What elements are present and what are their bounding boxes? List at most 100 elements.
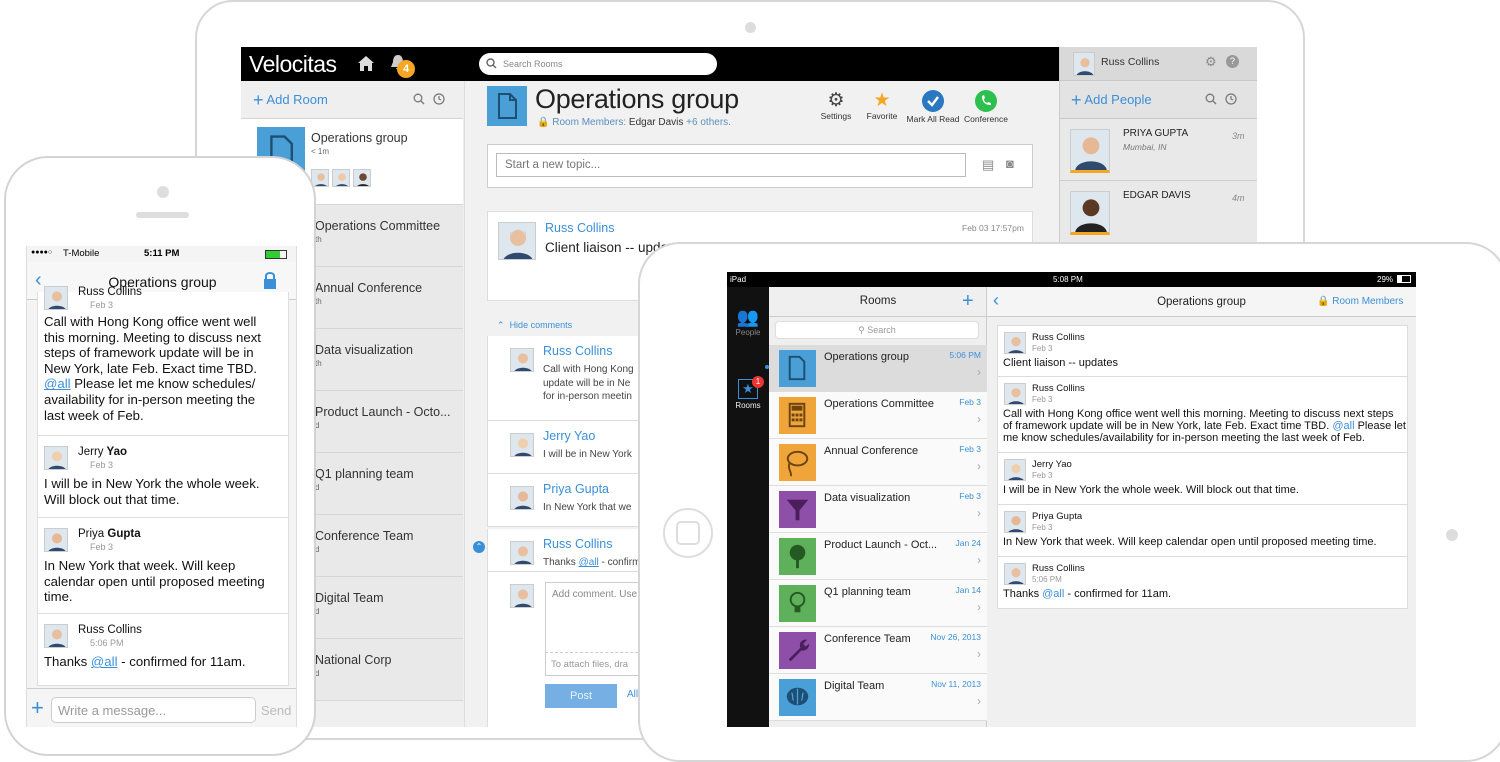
room-members-label: Room Members [1332, 296, 1404, 307]
room-name: Digital Team [315, 591, 384, 605]
phone-message: Russ Collins Feb 3 Call with Hong Kong off… [37, 286, 289, 436]
tablet-screen: iPad 5:08 PM 29% 👥 People ★ Rooms 1 Room… [727, 272, 1416, 727]
gear-icon[interactable]: ⚙ [1205, 54, 1217, 70]
tablet-message-author[interactable]: Russ Collins [1032, 563, 1085, 574]
comment-author[interactable]: Russ Collins [543, 537, 612, 551]
home-button-square [676, 521, 700, 545]
rooms-header: Rooms [769, 287, 987, 317]
tablet-room-date: Feb 3 [959, 491, 981, 501]
tablet-room-item[interactable]: Operations Committee Feb 3 › [769, 392, 987, 439]
lock-icon[interactable] [263, 271, 277, 289]
hide-comments-link[interactable]: ⌃ Hide comments [497, 320, 572, 331]
search-rooms-input[interactable]: Search Rooms [479, 53, 717, 75]
plus-icon[interactable]: + [31, 695, 44, 721]
all-link[interactable]: All [627, 689, 638, 700]
new-topic-input[interactable]: Start a new topic... [496, 153, 966, 177]
add-people-button[interactable]: + Add People [1071, 90, 1152, 111]
avatar [510, 584, 534, 608]
search-icon[interactable] [1205, 93, 1217, 105]
clock-icon[interactable] [1225, 93, 1237, 105]
lightbulb-icon [789, 591, 806, 613]
search-icon[interactable] [413, 93, 425, 105]
tablet-message-author[interactable]: Russ Collins [1032, 383, 1085, 394]
note-icon[interactable]: ▤ [982, 157, 994, 173]
phone-message-author[interactable]: Russ Collins [78, 624, 142, 636]
message-input[interactable]: Write a message... [51, 697, 256, 723]
user-header: Russ Collins ⚙ ? [1060, 47, 1257, 81]
tablet-message: Priya Gupta Feb 3 In New York that week. W… [997, 505, 1408, 557]
send-button[interactable]: Send [261, 703, 291, 718]
tablet-room-item[interactable]: Data visualization Feb 3 › [769, 486, 987, 533]
room-members-names[interactable]: Edgar Davis [629, 117, 683, 128]
scroll-up-icon[interactable]: ⌃ [473, 541, 485, 553]
comment-author[interactable]: Jerry Yao [543, 429, 595, 443]
text-line: Client liaison -- updates [1003, 357, 1118, 369]
chevron-right-icon: › [977, 365, 981, 379]
tablet-room-list-panel: Rooms + ⚲ Search Operations group 5:06 PM… [765, 287, 987, 727]
add-room-plus-icon[interactable]: + [962, 290, 974, 313]
tablet-room-item[interactable]: Digital Team Nov 11, 2013 › [769, 674, 987, 721]
phone-message-author[interactable]: Jerry Yao [78, 446, 127, 458]
home-icon[interactable] [356, 53, 376, 73]
text-line: last week of Feb. [44, 407, 144, 423]
post-title: Client liaison -- upda [545, 240, 669, 255]
camera-icon[interactable]: ◙ [1006, 156, 1014, 171]
room-time: d [315, 607, 320, 616]
phone-message: Priya Gupta Feb 3 In New York that week. W… [37, 518, 289, 614]
camera-dot [1446, 529, 1458, 541]
search-icon [486, 58, 497, 69]
tablet-room-name: Operations group [824, 351, 909, 363]
room-icon-tile [779, 679, 816, 716]
tablet-message-author[interactable]: Jerry Yao [1032, 459, 1072, 470]
text-post: - confirmed for 11am. [1064, 588, 1172, 600]
room-name: Data visualization [315, 343, 413, 357]
room-icon-tile [779, 632, 816, 669]
tablet-room-date: Nov 26, 2013 [930, 632, 981, 642]
mention-link[interactable]: @all [579, 557, 599, 568]
phone-message-author[interactable]: Russ Collins [78, 286, 142, 298]
conference-button[interactable]: Conference [953, 89, 1019, 124]
room-name: Operations group [311, 131, 408, 145]
comment-author[interactable]: Russ Collins [543, 344, 612, 358]
mention-link[interactable]: @all [1042, 588, 1064, 600]
room-members-link[interactable]: 🔒 Room Members [1317, 296, 1403, 307]
room-icon-tile [779, 491, 816, 528]
chevron-up-icon: ⌃ [497, 320, 505, 330]
add-room-button[interactable]: + Add Room [253, 90, 328, 111]
room-members-more-link[interactable]: +6 others. [686, 117, 731, 128]
mention-link[interactable]: @all [1329, 420, 1354, 432]
author-last: Yao [103, 446, 128, 458]
room-name: National Corp [315, 653, 392, 667]
phone-message-author[interactable]: Priya Gupta [78, 528, 141, 540]
phone-message-text: In New York that week. Will keep calendar… [44, 558, 289, 605]
mention-link[interactable]: @all [91, 654, 118, 669]
person-item[interactable]: EDGAR DAVIS 4m [1060, 181, 1257, 243]
post-button[interactable]: Post [545, 684, 617, 708]
person-item[interactable]: PRIYA GUPTA Mumbai, IN 3m [1060, 119, 1257, 181]
tablet-room-item[interactable]: Annual Conference Feb 3 › [769, 439, 987, 486]
comment-author[interactable]: Priya Gupta [543, 482, 609, 496]
room-time: d [315, 669, 320, 678]
clock-icon[interactable] [433, 93, 445, 105]
avatar [1070, 129, 1110, 173]
mention-link[interactable]: @all [44, 376, 71, 391]
tablet-room-item[interactable]: Q1 planning team Jan 14 › [769, 580, 987, 627]
tablet-room-item[interactable]: Operations group 5:06 PM › [765, 345, 987, 392]
room-title: Operations group [535, 84, 739, 114]
room-name: Operations Committee [315, 219, 441, 233]
tablet-message-author[interactable]: Priya Gupta [1032, 511, 1082, 522]
room-name: Q1 planning team [315, 467, 414, 481]
post-author[interactable]: Russ Collins [545, 221, 614, 235]
help-icon[interactable]: ? [1226, 55, 1239, 68]
tablet-room-item[interactable]: Product Launch - Oct... Jan 24 › [769, 533, 987, 580]
chevron-right-icon: › [977, 647, 981, 661]
current-user-name[interactable]: Russ Collins [1101, 56, 1159, 68]
battery-label: 29% [1377, 275, 1394, 284]
people-tab[interactable]: 👥 People [727, 307, 769, 337]
phone-screen: ●●●●○ T-Mobile 5:11 PM ‹ Operations grou… [26, 246, 297, 727]
tablet-room-item[interactable]: Conference Team Nov 26, 2013 › [769, 627, 987, 674]
text-line: me know schedules/availability for in-pe… [1003, 432, 1365, 445]
tablet-search-input[interactable]: ⚲ Search [775, 321, 979, 339]
tablet-message-author[interactable]: Russ Collins [1032, 332, 1085, 343]
room-avatar [487, 86, 527, 126]
